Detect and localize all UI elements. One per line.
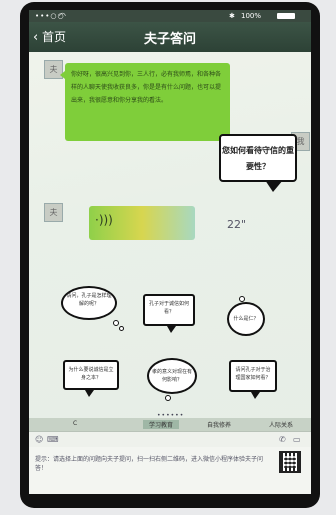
qr-code — [279, 451, 301, 473]
category-tabs: C 学习教育 自我修养 人际关系 — [29, 418, 311, 431]
page-title: 夫子答问 — [143, 32, 196, 47]
sage-avatar-voice: 夫 — [44, 203, 63, 222]
phone-icon[interactable]: ✆ — [279, 435, 286, 444]
keyboard-icon[interactable]: ⌨ — [47, 435, 59, 444]
phone-frame: •••○○ ◠ ✱ 100% ‹ 首页 夫子答问 夫 你好呀，很高兴见到你，三人… — [20, 2, 320, 508]
bluetooth-icon: ✱ — [229, 12, 235, 20]
question-template[interactable]: 请问孔子对于治理国家如何看？ — [229, 360, 277, 392]
thought-dot — [113, 320, 119, 326]
thought-dot — [119, 326, 124, 331]
tab-self-cultivation[interactable]: 自我修养 — [207, 420, 231, 429]
voice-wave-icon: ·))) — [95, 213, 113, 227]
question-template[interactable]: 孝的意义对现在有何影响？ — [147, 358, 197, 394]
status-bar: •••○○ ◠ ✱ 100% — [29, 10, 311, 22]
more-icon[interactable]: ▭ — [293, 435, 301, 444]
input-toolbar: ☺ ⌨ ✆ ▭ — [29, 431, 311, 448]
battery-percentage: 100% — [241, 12, 262, 20]
tab-study-education[interactable]: 学习教育 — [143, 420, 180, 429]
template-bubble-tail — [251, 392, 260, 399]
question-template[interactable]: 孔子对于诚信如何看？ — [143, 294, 195, 326]
tip-panel: 提示：请选择上面的问题向夫子提问，扫一扫右侧二维码，进入微信小程序体验夫子问答！ — [29, 447, 311, 494]
question-template[interactable]: 什么是仁？ — [227, 302, 265, 336]
thought-dot — [239, 296, 245, 302]
template-bubble-tail — [85, 390, 94, 397]
question-bubble-tail — [265, 180, 283, 192]
wifi-icon: ◠ — [59, 11, 66, 20]
question-template[interactable]: 为什么要说诚信是立身之本？ — [63, 360, 119, 390]
user-question-bubble: 您如何看待守信的重要性？ — [219, 134, 297, 182]
voice-duration: 22" — [227, 218, 247, 231]
battery-icon — [277, 13, 295, 19]
greeting-message: 你好呀，很高兴见到你，三人行，必有我师焉，和各种各样的人聊天使我收获良多，你是是… — [60, 63, 230, 141]
question-template[interactable]: 请问，孔子是怎样理解的呢？ — [61, 286, 117, 320]
emoji-icon[interactable]: ☺ — [35, 435, 43, 444]
template-bubble-tail — [167, 326, 176, 333]
app-screen: •••○○ ◠ ✱ 100% ‹ 首页 夫子答问 夫 你好呀，很高兴见到你，三人… — [29, 10, 311, 494]
thought-dot — [165, 395, 171, 401]
tip-text: 提示：请选择上面的问题向夫子提问，扫一扫右侧二维码，进入微信小程序体验夫子问答！ — [35, 456, 264, 472]
nav-header: ‹ 首页 夫子答问 — [29, 22, 311, 52]
tab-relationships[interactable]: 人际关系 — [269, 420, 293, 429]
tab-home[interactable]: C — [73, 420, 77, 427]
